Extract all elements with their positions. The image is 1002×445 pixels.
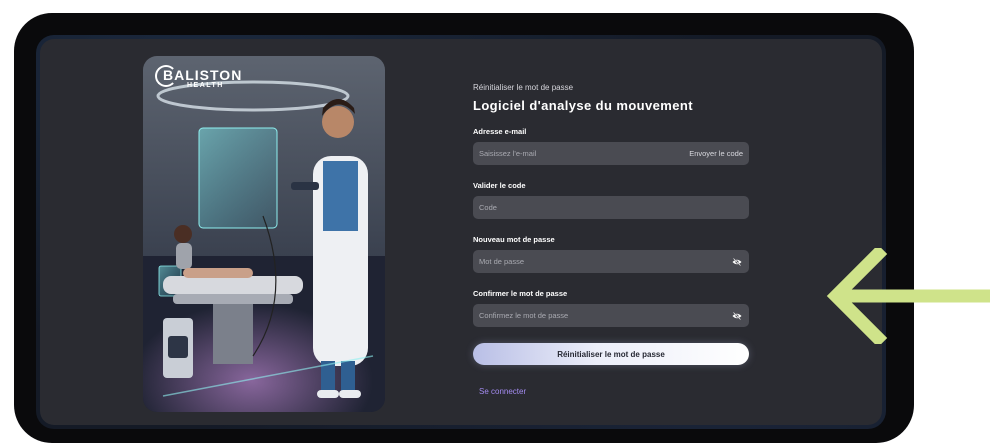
form-eyebrow: Réinitialiser le mot de passe — [473, 83, 574, 92]
login-link[interactable]: Se connecter — [479, 387, 749, 396]
send-code-button[interactable]: Envoyer le code — [689, 149, 749, 158]
code-placeholder: Code — [479, 203, 497, 212]
brand-logo: BALISTON HEALTH — [155, 65, 242, 90]
email-label: Adresse e-mail — [473, 127, 527, 136]
confirm-password-field[interactable]: Confirmez le mot de passe — [473, 304, 749, 327]
email-field[interactable]: Saisissez l'e-mail Envoyer le code — [473, 142, 749, 165]
eye-slash-icon[interactable] — [732, 257, 742, 266]
confirm-password-label: Confirmer le mot de passe — [473, 289, 568, 298]
confirm-password-placeholder: Confirmez le mot de passe — [479, 311, 569, 320]
screen: BALISTON HEALTH Réinitialiser le mot de … — [36, 35, 886, 429]
email-placeholder: Saisissez l'e-mail — [479, 149, 537, 158]
hero-image: BALISTON HEALTH — [143, 56, 385, 412]
code-label: Valider le code — [473, 181, 526, 190]
new-password-field[interactable]: Mot de passe — [473, 250, 749, 273]
arrow-left-icon — [826, 248, 990, 344]
logo-ring-icon — [155, 65, 177, 87]
reset-form: Réinitialiser le mot de passe Logiciel d… — [473, 83, 749, 396]
clinic-illustration — [143, 56, 385, 412]
reset-password-panel: BALISTON HEALTH Réinitialiser le mot de … — [40, 39, 882, 425]
new-password-placeholder: Mot de passe — [479, 257, 525, 266]
eye-slash-icon[interactable] — [732, 311, 742, 320]
reset-password-button[interactable]: Réinitialiser le mot de passe — [473, 343, 749, 365]
tablet-frame: BALISTON HEALTH Réinitialiser le mot de … — [14, 13, 914, 443]
page-title: Logiciel d'analyse du mouvement — [473, 98, 693, 113]
code-field[interactable]: Code — [473, 196, 749, 219]
brand-sub: HEALTH — [187, 82, 224, 89]
new-password-label: Nouveau mot de passe — [473, 235, 555, 244]
